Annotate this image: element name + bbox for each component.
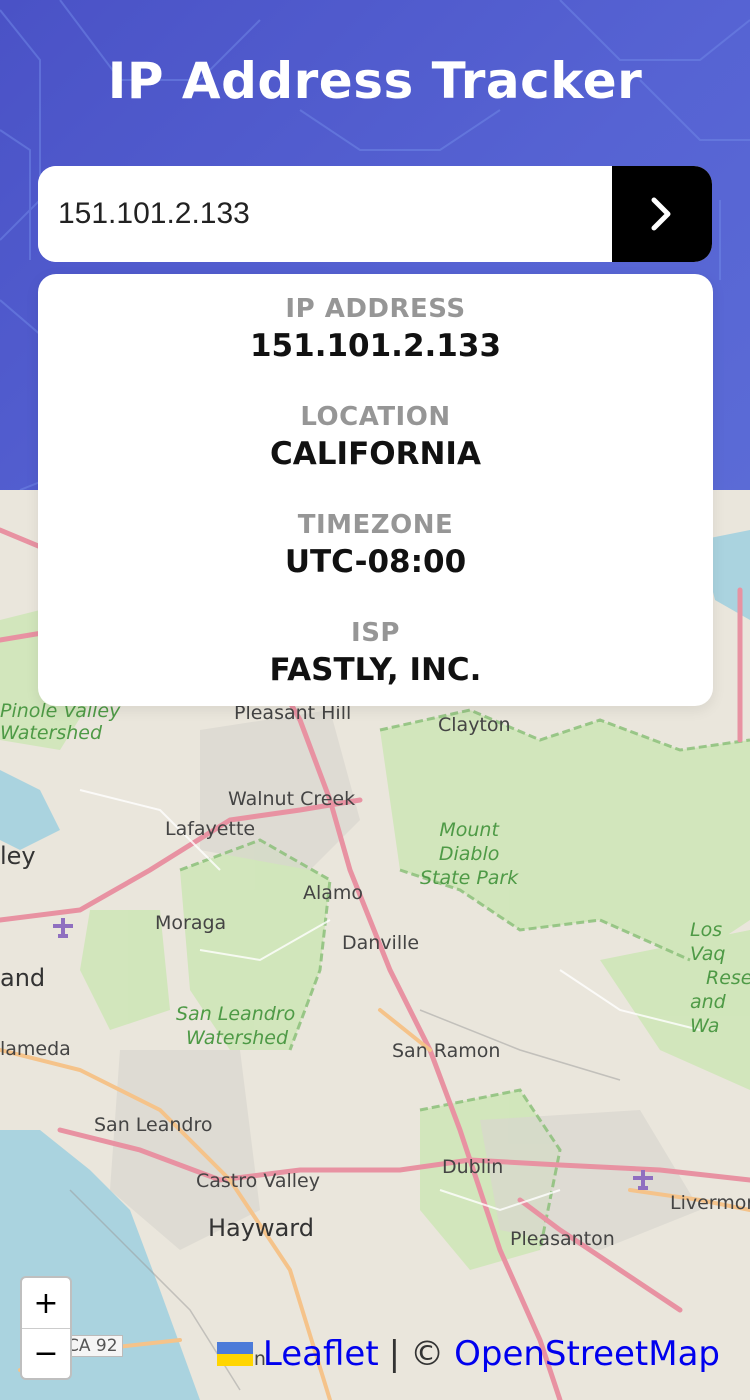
copyright-symbol: ©	[410, 1334, 445, 1374]
search-submit-button[interactable]	[612, 166, 712, 262]
ip-info-card: IP ADDRESS 151.101.2.133 LOCATION CALIFO…	[38, 274, 713, 706]
timezone-block: TIMEZONE UTC-08:00	[38, 510, 713, 580]
map-label-clayton: Clayton	[438, 714, 511, 736]
airport-icon	[53, 918, 73, 938]
map-label-danville: Danville	[342, 932, 420, 954]
map-label-hayward: Hayward	[208, 1214, 314, 1242]
timezone-value: UTC-08:00	[284, 544, 467, 580]
map-label-los-vaqueros: Los VaqReserand Wa	[690, 919, 750, 1037]
openstreetmap-link[interactable]: OpenStreetMap	[454, 1334, 720, 1374]
zoom-in-button[interactable]: +	[22, 1278, 70, 1328]
map-label-san-ramon: San Ramon	[392, 1040, 501, 1062]
map-attribution: Leaflet | © OpenStreetMap	[0, 1326, 750, 1382]
map-label-walnut-creek: Walnut Creek	[228, 788, 356, 810]
ip-search-form	[38, 166, 712, 262]
map-label-alamo: Alamo	[303, 882, 364, 904]
map-label-alameda: lameda	[0, 1038, 71, 1060]
isp-label: ISP	[351, 618, 400, 648]
isp-block: ISP FASTLY, INC.	[38, 618, 713, 688]
map-label-pinole: Pinole Valley Watershed	[0, 700, 121, 744]
map-label-san-leandro: San Leandro	[94, 1114, 213, 1136]
map-label-pleasanton: Pleasanton	[510, 1228, 615, 1250]
map-label-castro-valley: Castro Valley	[196, 1170, 320, 1192]
map-label-valley: ley	[0, 842, 36, 870]
map-label-dublin: Dublin	[442, 1156, 504, 1178]
chevron-right-icon	[651, 197, 671, 231]
map-label-mount-diablo: Mount Diablo State Park	[420, 819, 519, 889]
map-label-san-leandro-watershed: San Leandro Watershed	[176, 1003, 296, 1049]
map-label-lafayette: Lafayette	[165, 818, 256, 840]
ip-address-value: 151.101.2.133	[249, 328, 502, 364]
timezone-label: TIMEZONE	[297, 510, 454, 540]
leaflet-link[interactable]: Leaflet	[263, 1334, 379, 1374]
page-title: IP Address Tracker	[107, 52, 643, 110]
isp-value: FASTLY, INC.	[269, 652, 482, 688]
map-label-moraga: Moraga	[155, 912, 227, 934]
ip-search-input[interactable]	[38, 166, 612, 262]
ukraine-flag-icon	[216, 1342, 253, 1366]
ip-address-block: IP ADDRESS 151.101.2.133	[38, 294, 713, 364]
location-block: LOCATION CALIFORNIA	[38, 402, 713, 472]
ip-address-label: IP ADDRESS	[285, 294, 466, 324]
map-label-oakland: and	[0, 964, 46, 992]
map-label-livermore: Livermor	[670, 1192, 750, 1214]
location-value: CALIFORNIA	[270, 436, 481, 472]
location-label: LOCATION	[300, 402, 451, 432]
attribution-separator: |	[388, 1334, 401, 1374]
